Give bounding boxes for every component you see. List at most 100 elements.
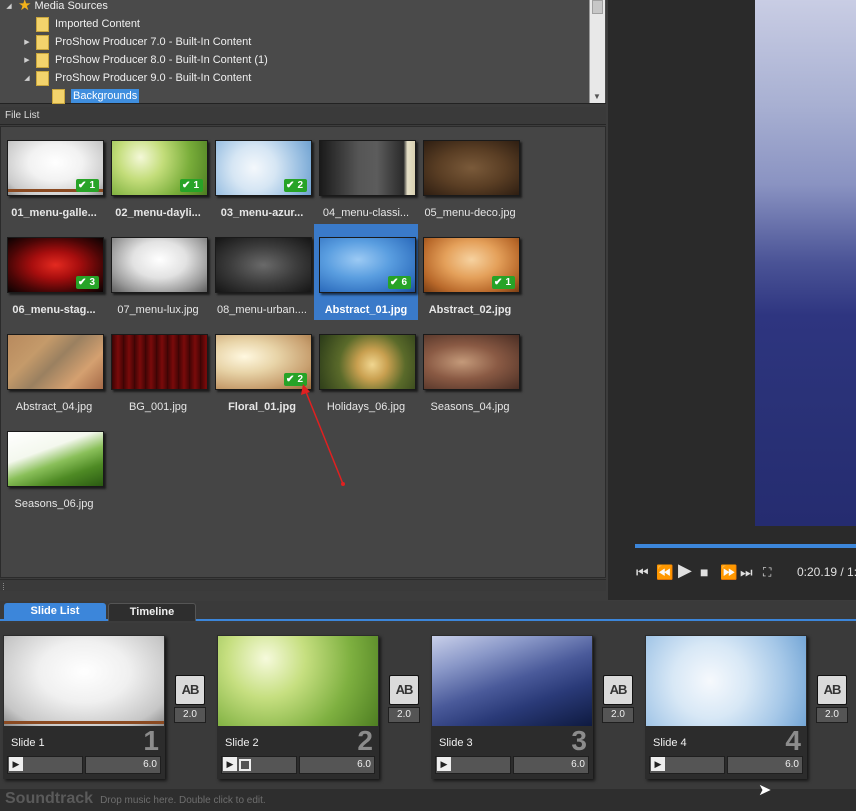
file-item[interactable]: 05_menu-deco.jpg [418, 127, 522, 223]
slide-list[interactable]: Slide 1 1 ▶ 6.0 AB 2.0 Slide 2 2 ▶ 6.0 A… [0, 623, 856, 789]
stop-icon[interactable]: ■ [700, 563, 708, 581]
slide-duration: 6.0 [571, 759, 585, 770]
transition-duration[interactable]: 2.0 [174, 707, 206, 723]
file-item[interactable]: ✔ 2 Floral_01.jpg [210, 321, 314, 417]
collapse-arrow-icon[interactable]: ◢ [22, 74, 32, 82]
file-name: 08_menu-urban.... [217, 304, 307, 316]
slide-number: 1 [143, 725, 159, 756]
file-item[interactable]: BG_001.jpg [106, 321, 210, 417]
tree-item-label: ProShow Producer 7.0 - Built-In Content [55, 36, 252, 48]
fullscreen-icon[interactable]: ⛶ [763, 563, 771, 581]
file-item[interactable]: ✔ 1 01_menu-galle... [2, 127, 106, 223]
preview-panel: ⏮ ⏪ ▶ ■ ⏩ ⏭ ⛶ 0:20.19 / 1: [608, 0, 856, 600]
tree-item-label: ProShow Producer 8.0 - Built-In Content … [55, 54, 268, 66]
skip-back-icon[interactable]: ⏮ [636, 563, 649, 581]
file-item[interactable]: ✔ 1 Abstract_02.jpg [418, 224, 522, 320]
play-icon[interactable]: ▶ [678, 561, 692, 579]
tab-slide-list[interactable]: Slide List [4, 603, 106, 621]
file-item[interactable]: Abstract_04.jpg [2, 321, 106, 417]
slide-label: Slide 1 [11, 737, 45, 749]
file-item-selected[interactable]: ✔ 6 Abstract_01.jpg [314, 224, 418, 320]
tab-timeline[interactable]: Timeline [108, 603, 196, 621]
file-list-header: File List [0, 107, 606, 125]
transition-icon[interactable]: AB [175, 675, 205, 705]
usage-badge: ✔ 1 [492, 276, 515, 289]
usage-badge: ✔ 2 [284, 373, 307, 386]
file-item[interactable]: Seasons_06.jpg [2, 418, 106, 514]
file-thumbnail [7, 431, 104, 487]
tree-item-imported-content[interactable]: Imported Content [22, 15, 140, 33]
folder-icon [52, 88, 65, 104]
play-slide-icon[interactable]: ▶ [9, 757, 23, 771]
collapse-arrow-icon[interactable]: ◢ [4, 2, 14, 10]
tree-item-label: Imported Content [55, 18, 140, 30]
file-name: Abstract_01.jpg [324, 304, 408, 316]
file-item[interactable]: Holidays_06.jpg [314, 321, 418, 417]
play-slide-icon[interactable]: ▶ [437, 757, 451, 771]
file-item[interactable]: 04_menu-classi... [314, 127, 418, 223]
file-item[interactable]: Seasons_04.jpg [418, 321, 522, 417]
soundtrack-bar[interactable]: Soundtrack Drop music here. Double click… [0, 789, 856, 811]
file-item[interactable]: ✔ 1 02_menu-dayli... [106, 127, 210, 223]
file-thumbnail [423, 334, 520, 390]
file-item[interactable]: ✔ 3 06_menu-stag... [2, 224, 106, 320]
usage-badge: ✔ 1 [180, 179, 203, 192]
slide-duration: 6.0 [143, 759, 157, 770]
check-icon: ✔ [390, 277, 399, 288]
check-icon: ✔ [182, 180, 191, 191]
tab-bar: Slide List Timeline [0, 601, 856, 621]
file-list[interactable]: ✔ 1 01_menu-galle... ✔ 1 02_menu-dayli... … [0, 126, 606, 578]
playback-progress-bar[interactable] [635, 544, 856, 548]
slide-card[interactable]: Slide 1 1 ▶ 6.0 [3, 635, 165, 779]
timecode: 0:20.19 / 1: [797, 565, 856, 579]
folder-icon [36, 52, 49, 68]
transition-icon[interactable]: AB [817, 675, 847, 705]
folder-icon [36, 34, 49, 50]
tree-item-producer-9[interactable]: ◢ ProShow Producer 9.0 - Built-In Conten… [22, 69, 251, 87]
tree-scrollbar[interactable]: ▼ [589, 0, 605, 103]
check-icon: ✔ [78, 180, 87, 191]
tree-item-producer-7[interactable]: ▶ ProShow Producer 7.0 - Built-In Conten… [22, 33, 251, 51]
scroll-down-icon[interactable]: ▼ [593, 92, 601, 101]
file-thumbnail: ✔ 2 [215, 334, 312, 390]
file-name: Abstract_04.jpg [15, 401, 93, 413]
slide-card[interactable]: Slide 2 2 ▶ 6.0 [217, 635, 379, 779]
preview-image [755, 0, 856, 526]
fast-forward-icon[interactable]: ⏩ [720, 563, 737, 581]
file-thumbnail [111, 334, 208, 390]
check-icon: ✔ [78, 277, 87, 288]
resize-grip[interactable] [3, 583, 7, 590]
folder-tree[interactable]: ◢ ★ Media Sources Imported Content ▶ Pro… [0, 0, 606, 104]
tree-item-label: Backgrounds [71, 89, 140, 103]
tree-item-label: ProShow Producer 9.0 - Built-In Content [55, 72, 252, 84]
usage-badge: ✔ 6 [388, 276, 411, 289]
folder-icon [36, 70, 49, 86]
file-thumbnail [111, 237, 208, 293]
transition-duration[interactable]: 2.0 [816, 707, 848, 723]
transition-icon[interactable]: AB [389, 675, 419, 705]
tree-item-media-sources[interactable]: ◢ ★ Media Sources [4, 0, 108, 15]
skip-forward-icon[interactable]: ⏭ [740, 563, 753, 581]
transition-duration[interactable]: 2.0 [388, 707, 420, 723]
scrollbar-thumb[interactable] [592, 0, 603, 14]
file-thumbnail [7, 334, 104, 390]
file-item[interactable]: 08_menu-urban.... [210, 224, 314, 320]
slide-card[interactable]: Slide 3 3 ▶ 6.0 [431, 635, 593, 779]
play-slide-icon[interactable]: ▶ [223, 757, 237, 771]
file-thumbnail [319, 140, 416, 196]
slide-label: Slide 3 [439, 737, 473, 749]
play-slide-icon[interactable]: ▶ [651, 757, 665, 771]
tree-item-backgrounds[interactable]: Backgrounds [38, 87, 140, 105]
rewind-icon[interactable]: ⏪ [656, 563, 673, 581]
expand-arrow-icon[interactable]: ▶ [22, 56, 32, 64]
slide-card[interactable]: Slide 4 4 ▶ 6.0 [645, 635, 807, 779]
file-item[interactable]: 07_menu-lux.jpg [106, 224, 210, 320]
transition-icon[interactable]: AB [603, 675, 633, 705]
file-item[interactable]: ✔ 2 03_menu-azur... [210, 127, 314, 223]
transition-duration[interactable]: 2.0 [602, 707, 634, 723]
tree-item-producer-8[interactable]: ▶ ProShow Producer 8.0 - Built-In Conten… [22, 51, 268, 69]
file-name: Holidays_06.jpg [326, 401, 406, 413]
file-thumbnail [423, 140, 520, 196]
file-list-status-bar [0, 579, 606, 591]
expand-arrow-icon[interactable]: ▶ [22, 38, 32, 46]
